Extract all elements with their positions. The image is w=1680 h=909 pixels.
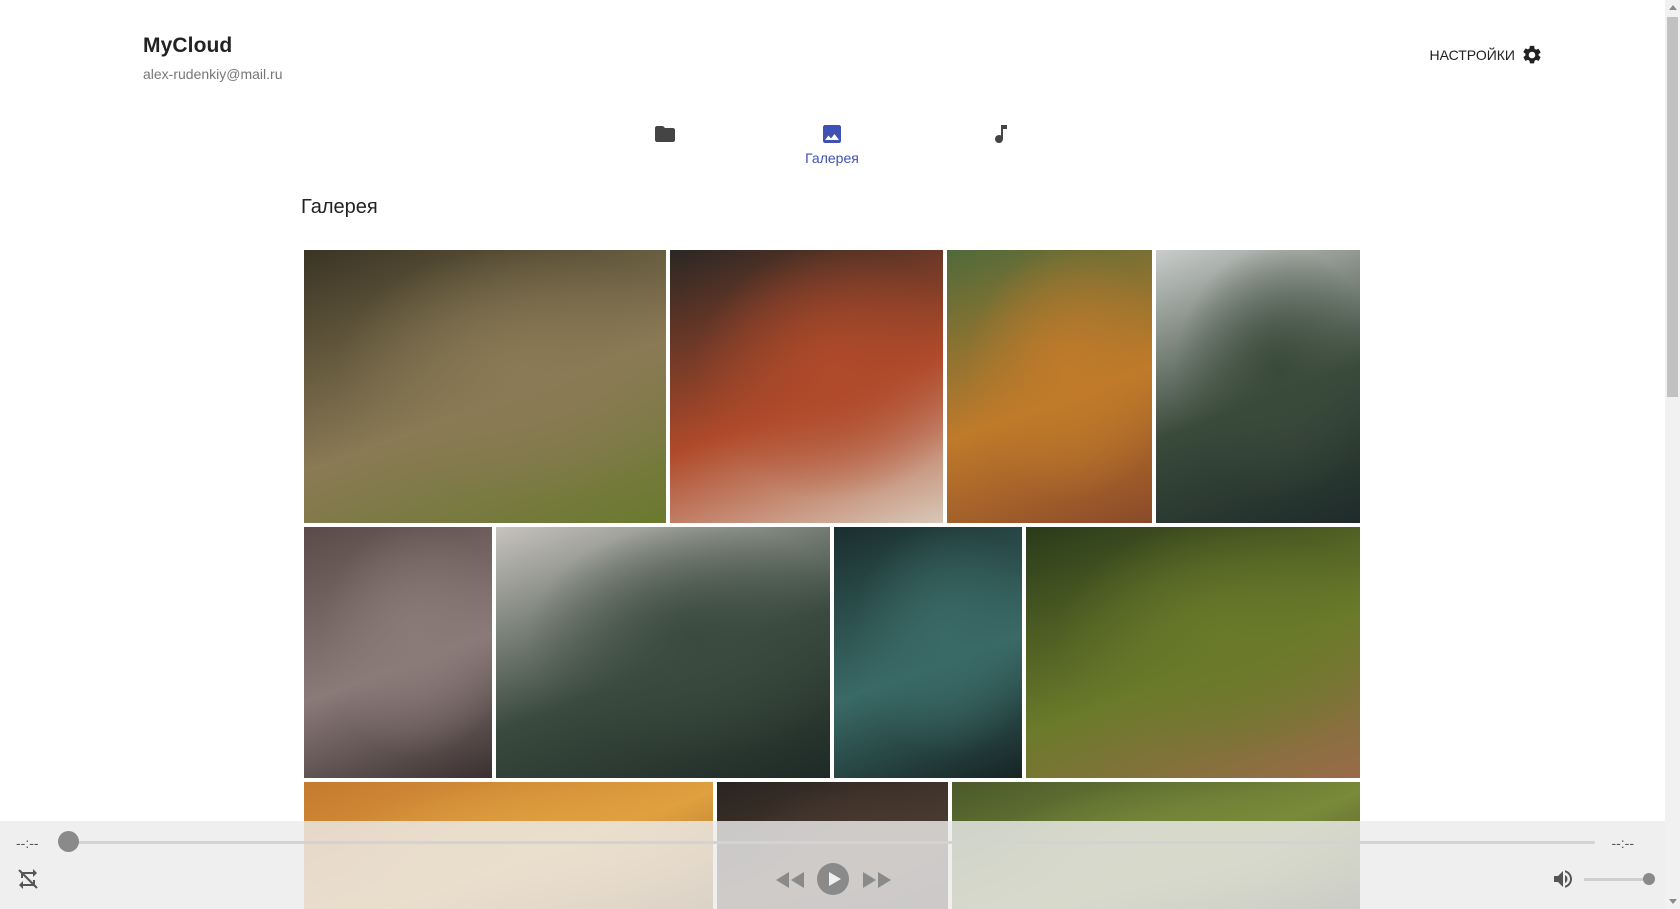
photo-tile[interactable] xyxy=(947,250,1152,523)
audio-player: --:-- --:-- xyxy=(0,821,1665,909)
nav-music[interactable] xyxy=(946,118,1056,168)
user-email: alex-rudenkiy@mail.ru xyxy=(143,66,283,82)
photo-tile[interactable] xyxy=(670,250,943,523)
repeat-off-icon[interactable] xyxy=(16,867,40,891)
app-title: MyCloud xyxy=(143,34,233,57)
page: MyCloud alex-rudenkiy@mail.ru НАСТРОЙКИ … xyxy=(0,0,1680,909)
photo-tile[interactable] xyxy=(304,250,666,523)
play-icon[interactable] xyxy=(816,862,850,896)
nav-gallery[interactable]: Галерея xyxy=(777,118,887,168)
photo-tile[interactable] xyxy=(1156,250,1360,523)
scroll-up-arrow[interactable] xyxy=(1669,5,1677,10)
volume-track[interactable] xyxy=(1584,878,1650,881)
fast-forward-icon[interactable] xyxy=(861,869,893,891)
settings-button[interactable]: НАСТРОЙКИ xyxy=(1429,44,1543,66)
photo-tile[interactable] xyxy=(834,527,1022,778)
gear-icon xyxy=(1523,45,1541,64)
volume-knob[interactable] xyxy=(1643,873,1655,885)
brand: MyCloud alex-rudenkiy@mail.ru xyxy=(143,34,282,82)
current-time: --:-- xyxy=(16,835,39,851)
image-icon xyxy=(823,125,841,143)
duration: --:-- xyxy=(1611,835,1634,851)
scroll-down-arrow[interactable] xyxy=(1669,899,1677,904)
main-nav: Галерея xyxy=(0,118,1665,168)
nav-gallery-label: Галерея xyxy=(805,150,859,166)
progress-knob[interactable] xyxy=(58,831,79,852)
progress-track[interactable] xyxy=(62,841,1595,844)
nav-files[interactable] xyxy=(610,118,720,168)
music-note-icon xyxy=(995,125,1007,144)
folder-icon xyxy=(655,126,675,142)
settings-label: НАСТРОЙКИ xyxy=(1429,47,1515,63)
scroll-thumb[interactable] xyxy=(1667,17,1678,397)
photo-tile[interactable] xyxy=(1026,527,1360,778)
section-title: Галерея xyxy=(301,196,378,218)
photo-tile[interactable] xyxy=(496,527,830,778)
rewind-icon[interactable] xyxy=(774,869,806,891)
photo-tile[interactable] xyxy=(304,527,492,778)
scrollbar[interactable] xyxy=(1665,0,1680,909)
volume-icon[interactable] xyxy=(1551,867,1575,891)
